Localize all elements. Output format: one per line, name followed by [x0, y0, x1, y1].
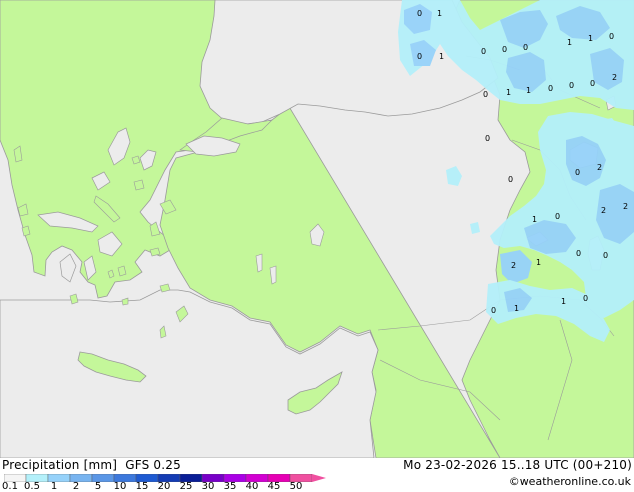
precip-label: 0 — [483, 90, 488, 99]
legend-tick-label: 5 — [94, 481, 102, 492]
legend-tick-label: 1 — [50, 481, 58, 492]
precip-label: 0 — [523, 43, 528, 52]
precip-label: 0 — [502, 45, 507, 54]
credit-link[interactable]: ©weatheronline.co.uk — [509, 475, 631, 488]
precip-label: 0 — [485, 134, 490, 143]
precip-label: 2 — [612, 73, 617, 82]
precip-label: 1 — [439, 52, 444, 61]
precip-label: 0 — [575, 168, 580, 177]
precip-label: 1 — [567, 38, 572, 47]
precip-label: 1 — [536, 258, 541, 267]
model-name: GFS 0.25 — [125, 458, 181, 472]
legend-tick-label: 35 — [223, 481, 237, 492]
map-canvas: 0 1 0 1 0 0 0 1 1 0 0 1 1 0 0 2 0 0 0 0 … — [0, 0, 634, 458]
legend-tick-label: 45 — [267, 481, 281, 492]
precip-label: 0 — [583, 294, 588, 303]
precip-label: 0 — [417, 52, 422, 61]
precip-label: 1 — [561, 297, 566, 306]
precip-label: 1 — [526, 86, 531, 95]
legend-tick-label: 0.5 — [24, 481, 40, 492]
precip-label: 0 — [569, 81, 574, 90]
precip-label: 0 — [590, 79, 595, 88]
legend-tick-label: 0.1 — [2, 481, 18, 492]
legend-tick-label: 10 — [113, 481, 127, 492]
precip-label: 1 — [588, 34, 593, 43]
weather-map: 0 1 0 1 0 0 0 1 1 0 0 1 1 0 0 2 0 0 0 0 … — [0, 0, 634, 458]
precip-label: 0 — [508, 175, 513, 184]
precip-label: 2 — [601, 206, 606, 215]
precip-label: 0 — [481, 47, 486, 56]
precip-label: 0 — [491, 306, 496, 315]
precip-label: 1 — [437, 9, 442, 18]
precip-label: 2 — [511, 261, 516, 270]
precip-label: 0 — [548, 84, 553, 93]
precip-label: 0 — [576, 249, 581, 258]
precip-label: 1 — [532, 215, 537, 224]
legend-tick-label: 20 — [157, 481, 171, 492]
legend-tick-label: 50 — [289, 481, 303, 492]
legend-tick-label: 25 — [179, 481, 193, 492]
precip-label: 2 — [597, 163, 602, 172]
precip-label: 1 — [514, 304, 519, 313]
precip-label: 2 — [623, 202, 628, 211]
legend-tick-label: 15 — [135, 481, 149, 492]
legend-overflow-arrow — [312, 474, 326, 482]
product-name: Precipitation [mm] — [2, 458, 118, 472]
legend-tick-label: 30 — [201, 481, 215, 492]
precip-label: 0 — [417, 9, 422, 18]
run-datetime: Mo 23-02-2026 15..18 UTC (00+210) — [403, 458, 632, 472]
legend-tick-label: 2 — [72, 481, 80, 492]
precip-label: 0 — [603, 251, 608, 260]
precip-label: 0 — [609, 32, 614, 41]
precip-label: 1 — [506, 88, 511, 97]
precip-label: 0 — [555, 212, 560, 221]
map-title: Precipitation [mm] GFS 0.25 — [2, 458, 181, 472]
legend-tick-label: 40 — [245, 481, 259, 492]
island-lemnos — [133, 179, 145, 191]
